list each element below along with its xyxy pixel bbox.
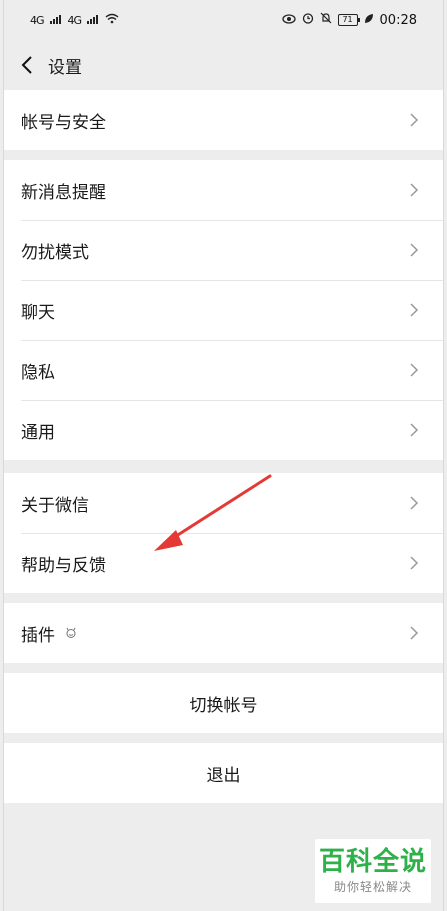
- settings-group-switch-account: 切换帐号: [4, 673, 443, 733]
- back-button[interactable]: [16, 54, 38, 76]
- chevron-right-icon: [410, 243, 419, 257]
- chevron-right-icon: [410, 363, 419, 377]
- switch-account-label: 切换帐号: [189, 695, 258, 716]
- settings-item-label: 勿扰模式: [21, 242, 89, 263]
- chevron-right-icon: [410, 183, 419, 197]
- eye-icon: [281, 13, 296, 28]
- mute-bell-icon: [320, 12, 332, 28]
- watermark-subtitle: 助你轻松解决: [333, 880, 412, 894]
- settings-group-plugins: 插件: [4, 603, 443, 663]
- settings-item-label: 通用: [21, 422, 55, 443]
- settings-item-label: 帐号与安全: [21, 112, 106, 133]
- switch-account-button[interactable]: 切换帐号: [4, 673, 443, 733]
- status-left: 4G 4G: [30, 13, 119, 28]
- chevron-right-icon: [410, 496, 419, 510]
- watermark-title: 百科全说: [318, 847, 427, 877]
- chevron-right-icon: [410, 113, 419, 127]
- status-time: 00:28: [379, 12, 417, 28]
- chevron-right-icon: [410, 556, 419, 570]
- signal-1-label: 4G: [30, 13, 44, 27]
- settings-item-privacy[interactable]: 隐私: [4, 340, 443, 400]
- signal-bars-icon: [49, 13, 62, 28]
- logout-button[interactable]: 退出: [4, 743, 443, 803]
- status-right: 71 00:28: [281, 12, 417, 28]
- leaf-icon: [364, 13, 374, 28]
- settings-item-label: 聊天: [21, 302, 55, 323]
- settings-item-plugins[interactable]: 插件: [4, 603, 443, 663]
- settings-screen: 4G 4G 71 00:28 设置 帐号与安全 新消息提醒 勿扰模式 聊天 隐私…: [3, 0, 444, 911]
- settings-item-notifications[interactable]: 新消息提醒: [4, 160, 443, 220]
- logout-label: 退出: [206, 765, 241, 786]
- settings-item-label: 插件: [21, 625, 55, 646]
- watermark-logo: 百科全说 助你轻松解决: [315, 839, 431, 903]
- chevron-right-icon: [410, 626, 419, 640]
- settings-item-account-security[interactable]: 帐号与安全: [4, 90, 443, 150]
- signal-2-label: 4G: [67, 13, 82, 27]
- alarm-icon: [302, 12, 314, 28]
- settings-item-label: 新消息提醒: [21, 182, 106, 203]
- settings-group-account: 帐号与安全: [4, 90, 443, 150]
- settings-group-about: 关于微信 帮助与反馈: [4, 473, 443, 593]
- settings-item-do-not-disturb[interactable]: 勿扰模式: [4, 220, 443, 280]
- settings-item-label: 关于微信: [21, 495, 89, 516]
- settings-item-about[interactable]: 关于微信: [4, 473, 443, 533]
- nav-bar: 设置: [4, 40, 443, 90]
- settings-item-label-wrap: 插件: [21, 621, 77, 646]
- battery-icon: 71: [337, 14, 360, 26]
- wifi-icon: [105, 13, 119, 28]
- page-title: 设置: [48, 57, 82, 78]
- settings-item-label: 帮助与反馈: [21, 555, 106, 576]
- signal-bars-icon: [87, 13, 99, 28]
- settings-item-label: 隐私: [21, 362, 55, 383]
- settings-group-general: 新消息提醒 勿扰模式 聊天 隐私 通用: [4, 160, 443, 460]
- chevron-left-icon: [21, 56, 32, 74]
- settings-item-general[interactable]: 通用: [4, 400, 443, 460]
- settings-item-help-feedback[interactable]: 帮助与反馈: [4, 533, 443, 593]
- plugin-face-icon: [66, 627, 76, 638]
- settings-item-chat[interactable]: 聊天: [4, 280, 443, 340]
- status-bar: 4G 4G 71 00:28: [4, 0, 443, 40]
- chevron-right-icon: [410, 423, 419, 437]
- chevron-right-icon: [410, 303, 419, 317]
- settings-group-logout: 退出: [4, 743, 443, 803]
